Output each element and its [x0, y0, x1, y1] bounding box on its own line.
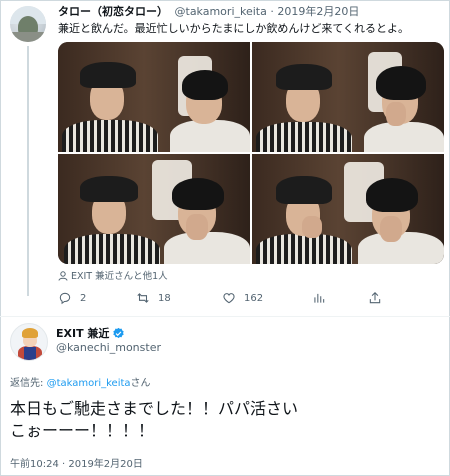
- display-name[interactable]: EXIT 兼近: [56, 325, 109, 341]
- handle-and-date[interactable]: @takamori_keita · 2019年2月20日: [175, 5, 360, 18]
- share-button[interactable]: [368, 290, 390, 306]
- verified-badge-icon: [113, 327, 125, 338]
- analytics-button[interactable]: [312, 290, 334, 306]
- share-icon: [369, 292, 381, 304]
- like-count: 162: [244, 292, 264, 304]
- reply-handle-link[interactable]: @takamori_keita: [47, 378, 131, 389]
- photo-grid: [58, 42, 444, 264]
- reply-button[interactable]: 2: [58, 290, 86, 306]
- tweet-photo[interactable]: [252, 42, 444, 152]
- avatar[interactable]: [10, 6, 46, 42]
- tweet-text: 兼近と飲んだ。最近忙しいからたまにしか飲めんけど来てくれるとよ。: [58, 22, 410, 35]
- retweet-count: 18: [158, 292, 171, 304]
- person-icon: [58, 271, 68, 284]
- tweet-actions: 2 18 162: [58, 290, 388, 306]
- bar-chart-icon: [314, 293, 325, 303]
- retweet-button[interactable]: 18: [136, 290, 171, 306]
- display-name-row[interactable]: EXIT 兼近: [56, 325, 125, 341]
- tweet-text-line: こぉーーー！！！！: [10, 421, 155, 440]
- display-name[interactable]: タロー（初恋タロー）: [58, 5, 168, 18]
- tweet-text: 本日もご馳走さまでした！！パパ活さい こぉーーー！！！！: [10, 398, 298, 442]
- divider: [0, 316, 450, 317]
- thread-connector-line: [27, 46, 29, 296]
- reply-prefix: 返信先:: [10, 378, 47, 389]
- reply-icon: [59, 292, 71, 305]
- reply-context: 返信先: @takamori_keitaさん: [10, 374, 151, 389]
- handle[interactable]: @kanechi_monster: [56, 341, 161, 354]
- tweet-text-line: 本日もご馳走さまでした！！パパ活さい: [10, 399, 299, 418]
- tweet-photo[interactable]: [58, 154, 250, 264]
- tweet-photo[interactable]: [58, 42, 250, 152]
- reply-suffix: さん: [130, 378, 151, 389]
- media-tags[interactable]: EXIT 兼近さんと他1人: [58, 268, 168, 284]
- tweet-header: タロー（初恋タロー） @takamori_keita · 2019年2月20日: [58, 5, 359, 19]
- heart-icon: [223, 293, 235, 304]
- retweet-icon: [137, 293, 149, 303]
- like-button[interactable]: 162: [222, 290, 263, 306]
- tweet-photo[interactable]: [252, 154, 444, 264]
- reply-count: 2: [80, 292, 87, 304]
- timestamp[interactable]: 午前10:24 · 2019年2月20日: [10, 455, 143, 470]
- media-tags-label: EXIT 兼近さんと他1人: [71, 271, 168, 282]
- avatar[interactable]: [10, 323, 48, 361]
